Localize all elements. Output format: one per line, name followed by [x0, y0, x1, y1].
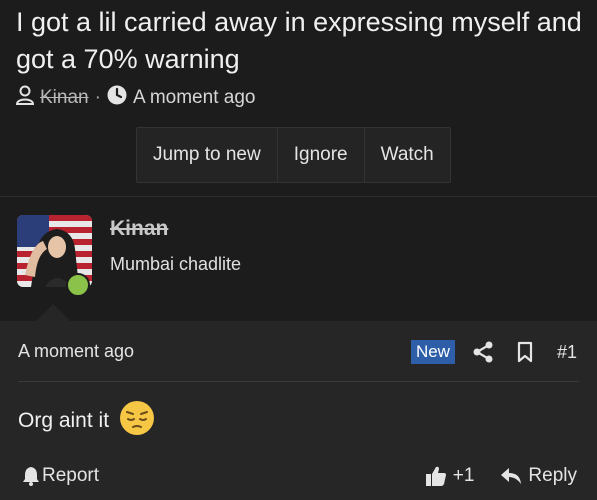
- thumbs-up-icon: [425, 465, 447, 487]
- online-status-indicator: [66, 273, 90, 297]
- thread-title: I got a lil carried away in expressing m…: [16, 7, 582, 74]
- share-icon[interactable]: [473, 341, 493, 363]
- clock-icon: [107, 85, 127, 111]
- bookmark-icon[interactable]: [517, 341, 533, 363]
- post-text: Org aint it: [18, 409, 110, 432]
- reply-icon: [500, 467, 522, 485]
- bell-icon: [22, 466, 40, 486]
- watch-button[interactable]: Watch: [365, 128, 450, 182]
- thread-author-link[interactable]: Kinan: [40, 87, 89, 109]
- user-panel: Kinan Mumbai chadlite: [0, 197, 597, 320]
- user-icon: [15, 85, 35, 111]
- post-content: Org aint it: [18, 401, 155, 441]
- ignore-button[interactable]: Ignore: [278, 128, 365, 182]
- thread-time[interactable]: A moment ago: [133, 87, 256, 109]
- meta-separator: ·: [94, 87, 101, 108]
- post-actions: New #1: [410, 338, 577, 366]
- post-footer-actions: +1 Reply: [425, 463, 577, 489]
- like-button[interactable]: +1: [425, 465, 475, 487]
- pensive-face-emoji: [119, 400, 155, 442]
- thread-action-buttons: Jump to new Ignore Watch: [136, 127, 451, 183]
- post: A moment ago New #1 Org aint it Report +…: [0, 321, 597, 500]
- message-pointer: [36, 304, 70, 321]
- jump-to-new-button[interactable]: Jump to new: [137, 128, 278, 182]
- new-badge: New: [410, 340, 455, 364]
- reply-button[interactable]: Reply: [500, 465, 577, 487]
- report-label: Report: [42, 465, 100, 486]
- post-author-name[interactable]: Kinan: [110, 217, 168, 241]
- user-title: Mumbai chadlite: [110, 254, 242, 274]
- reply-label: Reply: [528, 465, 577, 486]
- post-divider: [18, 381, 579, 382]
- report-button[interactable]: Report: [22, 463, 99, 489]
- thread-meta: Kinan · A moment ago: [15, 84, 256, 112]
- like-count: +1: [452, 465, 475, 486]
- post-number-link[interactable]: #1: [557, 342, 577, 363]
- post-time[interactable]: A moment ago: [18, 341, 134, 362]
